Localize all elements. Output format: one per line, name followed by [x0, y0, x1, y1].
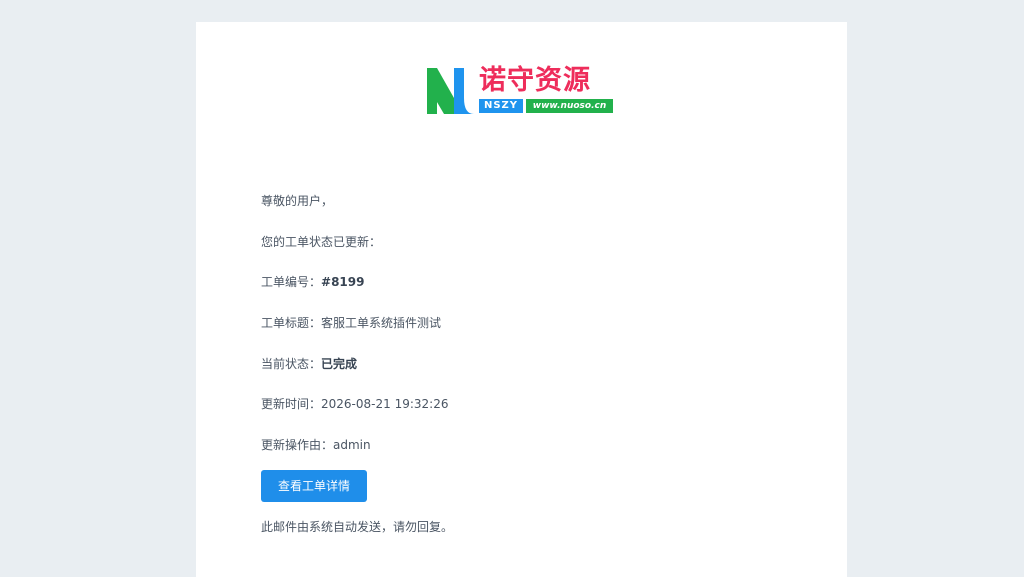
ticket-number-row: 工单编号：#8199 [261, 274, 364, 290]
logo-site-url: www.nuoso.cn [526, 99, 613, 113]
status-value: 已完成 [321, 357, 358, 371]
operator-row: 更新操作由：admin [261, 437, 371, 453]
logo-brand-name: 诺守资源 [479, 65, 591, 96]
updated-time-value: 2026-08-21 19:32:26 [321, 397, 449, 411]
email-page: 诺守资源 NSZY www.nuoso.cn 尊敬的用户， 您的工单状态已更新：… [0, 0, 1024, 577]
status-label: 当前状态： [261, 357, 322, 371]
status-row: 当前状态：已完成 [261, 356, 357, 372]
ticket-title-value: 客服工单系统插件测试 [321, 316, 442, 330]
logo-mark-icon [427, 68, 474, 114]
ticket-title-label: 工单标题： [261, 316, 322, 330]
greeting-text: 尊敬的用户， [261, 194, 334, 208]
intro-text: 您的工单状态已更新： [261, 235, 382, 249]
updated-time-row: 更新时间：2026-08-21 19:32:26 [261, 396, 448, 412]
site-logo: 诺守资源 NSZY www.nuoso.cn [427, 65, 613, 115]
ticket-number-value: #8199 [321, 275, 365, 289]
logo-abbreviation: NSZY [479, 99, 523, 113]
updated-time-label: 更新时间： [261, 397, 322, 411]
operator-label: 更新操作由： [261, 438, 334, 452]
operator-value: admin [333, 438, 371, 452]
view-ticket-button[interactable]: 查看工单详情 [261, 470, 367, 502]
ticket-number-label: 工单编号： [261, 275, 322, 289]
footer-note: 此邮件由系统自动发送，请勿回复。 [261, 520, 454, 534]
email-card: 诺守资源 NSZY www.nuoso.cn 尊敬的用户， 您的工单状态已更新：… [196, 22, 847, 577]
ticket-title-row: 工单标题：客服工单系统插件测试 [261, 315, 441, 331]
